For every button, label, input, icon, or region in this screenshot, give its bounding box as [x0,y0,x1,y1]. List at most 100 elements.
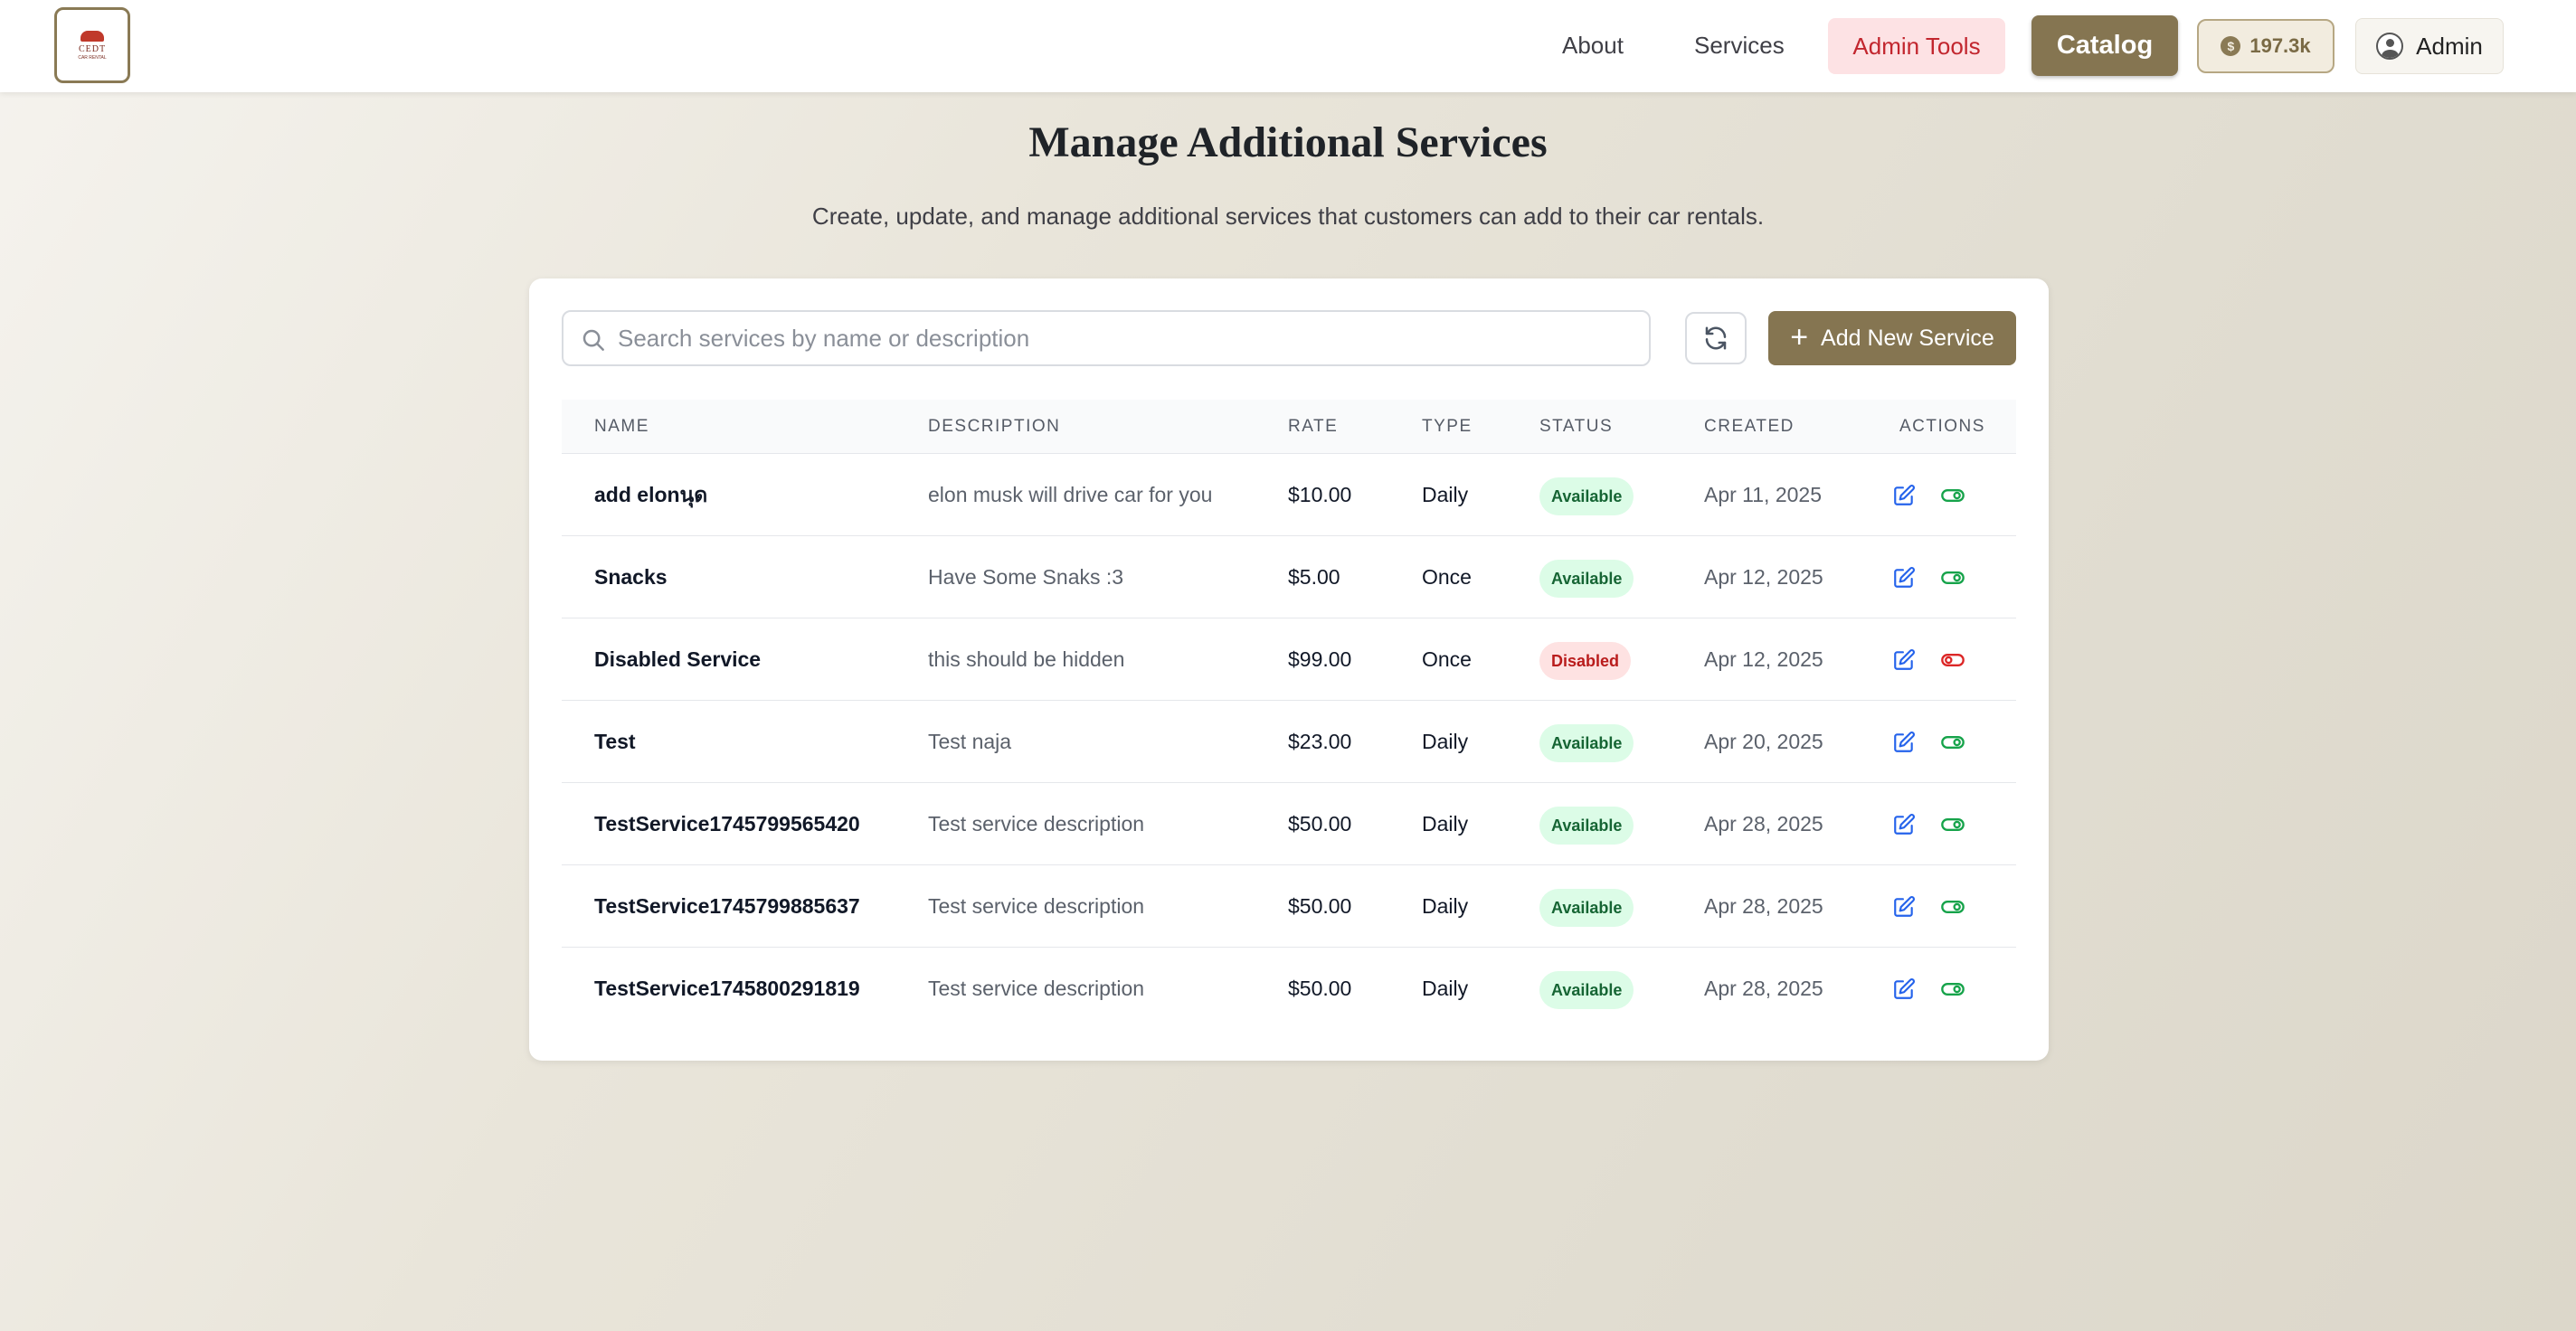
service-type: Daily [1422,730,1469,753]
service-type: Once [1422,647,1472,671]
row-actions [1889,892,1967,921]
edit-button[interactable] [1889,975,1918,1004]
service-rate: $10.00 [1288,483,1352,506]
add-new-service-label: Add New Service [1821,325,1994,351]
toggle-icon [1941,489,1965,502]
edit-button[interactable] [1889,892,1918,921]
services-table: NAME DESCRIPTION RATE TYPE STATUS CREATE… [562,400,2016,1030]
status-badge: Available [1539,888,1634,927]
coin-icon: $ [2221,36,2241,56]
toggle-status-button[interactable] [1938,563,1967,592]
credits-value: 197.3k [2249,34,2311,57]
service-rate: $99.00 [1288,647,1352,671]
column-header-status[interactable]: STATUS [1539,400,1613,454]
column-header-description[interactable]: DESCRIPTION [928,400,1060,454]
service-status: Available [1539,454,1634,535]
edit-icon [1894,732,1915,752]
refresh-button[interactable] [1685,312,1747,364]
edit-button[interactable] [1889,810,1918,839]
user-name: Admin [2416,32,2483,60]
table-header: NAME DESCRIPTION RATE TYPE STATUS CREATE… [562,400,2016,454]
service-status: Available [1539,783,1634,864]
search-box[interactable] [562,310,1651,366]
service-description: Have Some Snaks :3 [928,565,1124,589]
service-created-date: Apr 28, 2025 [1704,894,1823,918]
services-card: + Add New Service NAME DESCRIPTION RATE … [529,278,2049,1061]
service-name: TestService1745800291819 [594,977,860,1000]
table-row: Test Test naja $23.00 Daily Available Ap… [562,701,2016,783]
add-new-service-button[interactable]: + Add New Service [1768,311,2016,365]
column-header-name[interactable]: NAME [594,400,649,454]
column-header-rate[interactable]: RATE [1288,400,1338,454]
user-menu-button[interactable]: Admin [2355,18,2504,74]
edit-button[interactable] [1889,728,1918,757]
nav-services-link[interactable]: Services [1694,25,1785,65]
toggle-status-button[interactable] [1938,892,1967,921]
credits-button[interactable]: $ 197.3k [2197,19,2334,73]
service-description: Test service description [928,894,1145,918]
nav-about-link[interactable]: About [1562,25,1624,65]
service-name: Test [594,730,636,753]
toggle-status-button[interactable] [1938,810,1967,839]
toggle-icon [1941,983,1965,996]
row-actions [1889,481,1967,510]
toggle-icon [1941,571,1965,584]
service-name: add elonนุด [594,483,708,506]
edit-icon [1894,649,1915,670]
edit-icon [1894,896,1915,917]
row-actions [1889,728,1967,757]
car-icon [80,30,104,42]
service-type: Daily [1422,894,1469,918]
row-actions [1889,563,1967,592]
toggle-icon [1941,818,1965,831]
service-created-date: Apr 28, 2025 [1704,977,1823,1000]
table-row: TestService1745799885637 Test service de… [562,865,2016,948]
service-created-date: Apr 12, 2025 [1704,647,1823,671]
service-status: Available [1539,948,1634,1029]
service-status: Available [1539,536,1634,618]
service-status: Available [1539,701,1634,782]
service-description: Test service description [928,977,1145,1000]
column-header-type[interactable]: TYPE [1422,400,1473,454]
toggle-status-button[interactable] [1938,646,1967,675]
service-description: Test service description [928,812,1145,835]
service-created-date: Apr 11, 2025 [1704,483,1823,506]
row-actions [1889,975,1967,1004]
service-type: Daily [1422,977,1469,1000]
toggle-status-button[interactable] [1938,728,1967,757]
table-row: TestService1745800291819 Test service de… [562,948,2016,1030]
edit-button[interactable] [1889,481,1918,510]
service-name: Disabled Service [594,647,762,671]
catalog-button[interactable]: Catalog [2031,15,2178,76]
toggle-icon [1941,654,1965,666]
status-badge: Available [1539,477,1634,515]
logo-text: CEDT [78,43,107,54]
service-rate: $23.00 [1288,730,1352,753]
service-status: Disabled [1539,618,1632,700]
toggle-status-button[interactable] [1938,481,1967,510]
edit-icon [1894,567,1915,588]
table-row: TestService1745799565420 Test service de… [562,783,2016,865]
table-row: Disabled Service this should be hidden $… [562,618,2016,701]
service-rate: $50.00 [1288,812,1352,835]
table-row: Snacks Have Some Snaks :3 $5.00 Once Ava… [562,536,2016,618]
status-badge: Available [1539,970,1634,1009]
service-created-date: Apr 12, 2025 [1704,565,1823,589]
service-description: this should be hidden [928,647,1125,671]
edit-button[interactable] [1889,646,1918,675]
logo-subtext: CAR RENTAL [78,54,107,61]
service-type: Daily [1422,483,1469,506]
service-description: Test naja [928,730,1012,753]
toggle-status-button[interactable] [1938,975,1967,1004]
service-description: elon musk will drive car for you [928,483,1213,506]
service-rate: $50.00 [1288,977,1352,1000]
service-name: Snacks [594,565,668,589]
edit-button[interactable] [1889,563,1918,592]
admin-tools-button[interactable]: Admin Tools [1828,18,2005,74]
service-created-date: Apr 20, 2025 [1704,730,1823,753]
brand-logo[interactable]: CEDT CAR RENTAL [54,7,130,83]
search-input[interactable] [618,314,1640,363]
edit-icon [1894,978,1915,999]
column-header-created[interactable]: CREATED [1704,400,1795,454]
status-badge: Available [1539,559,1634,598]
